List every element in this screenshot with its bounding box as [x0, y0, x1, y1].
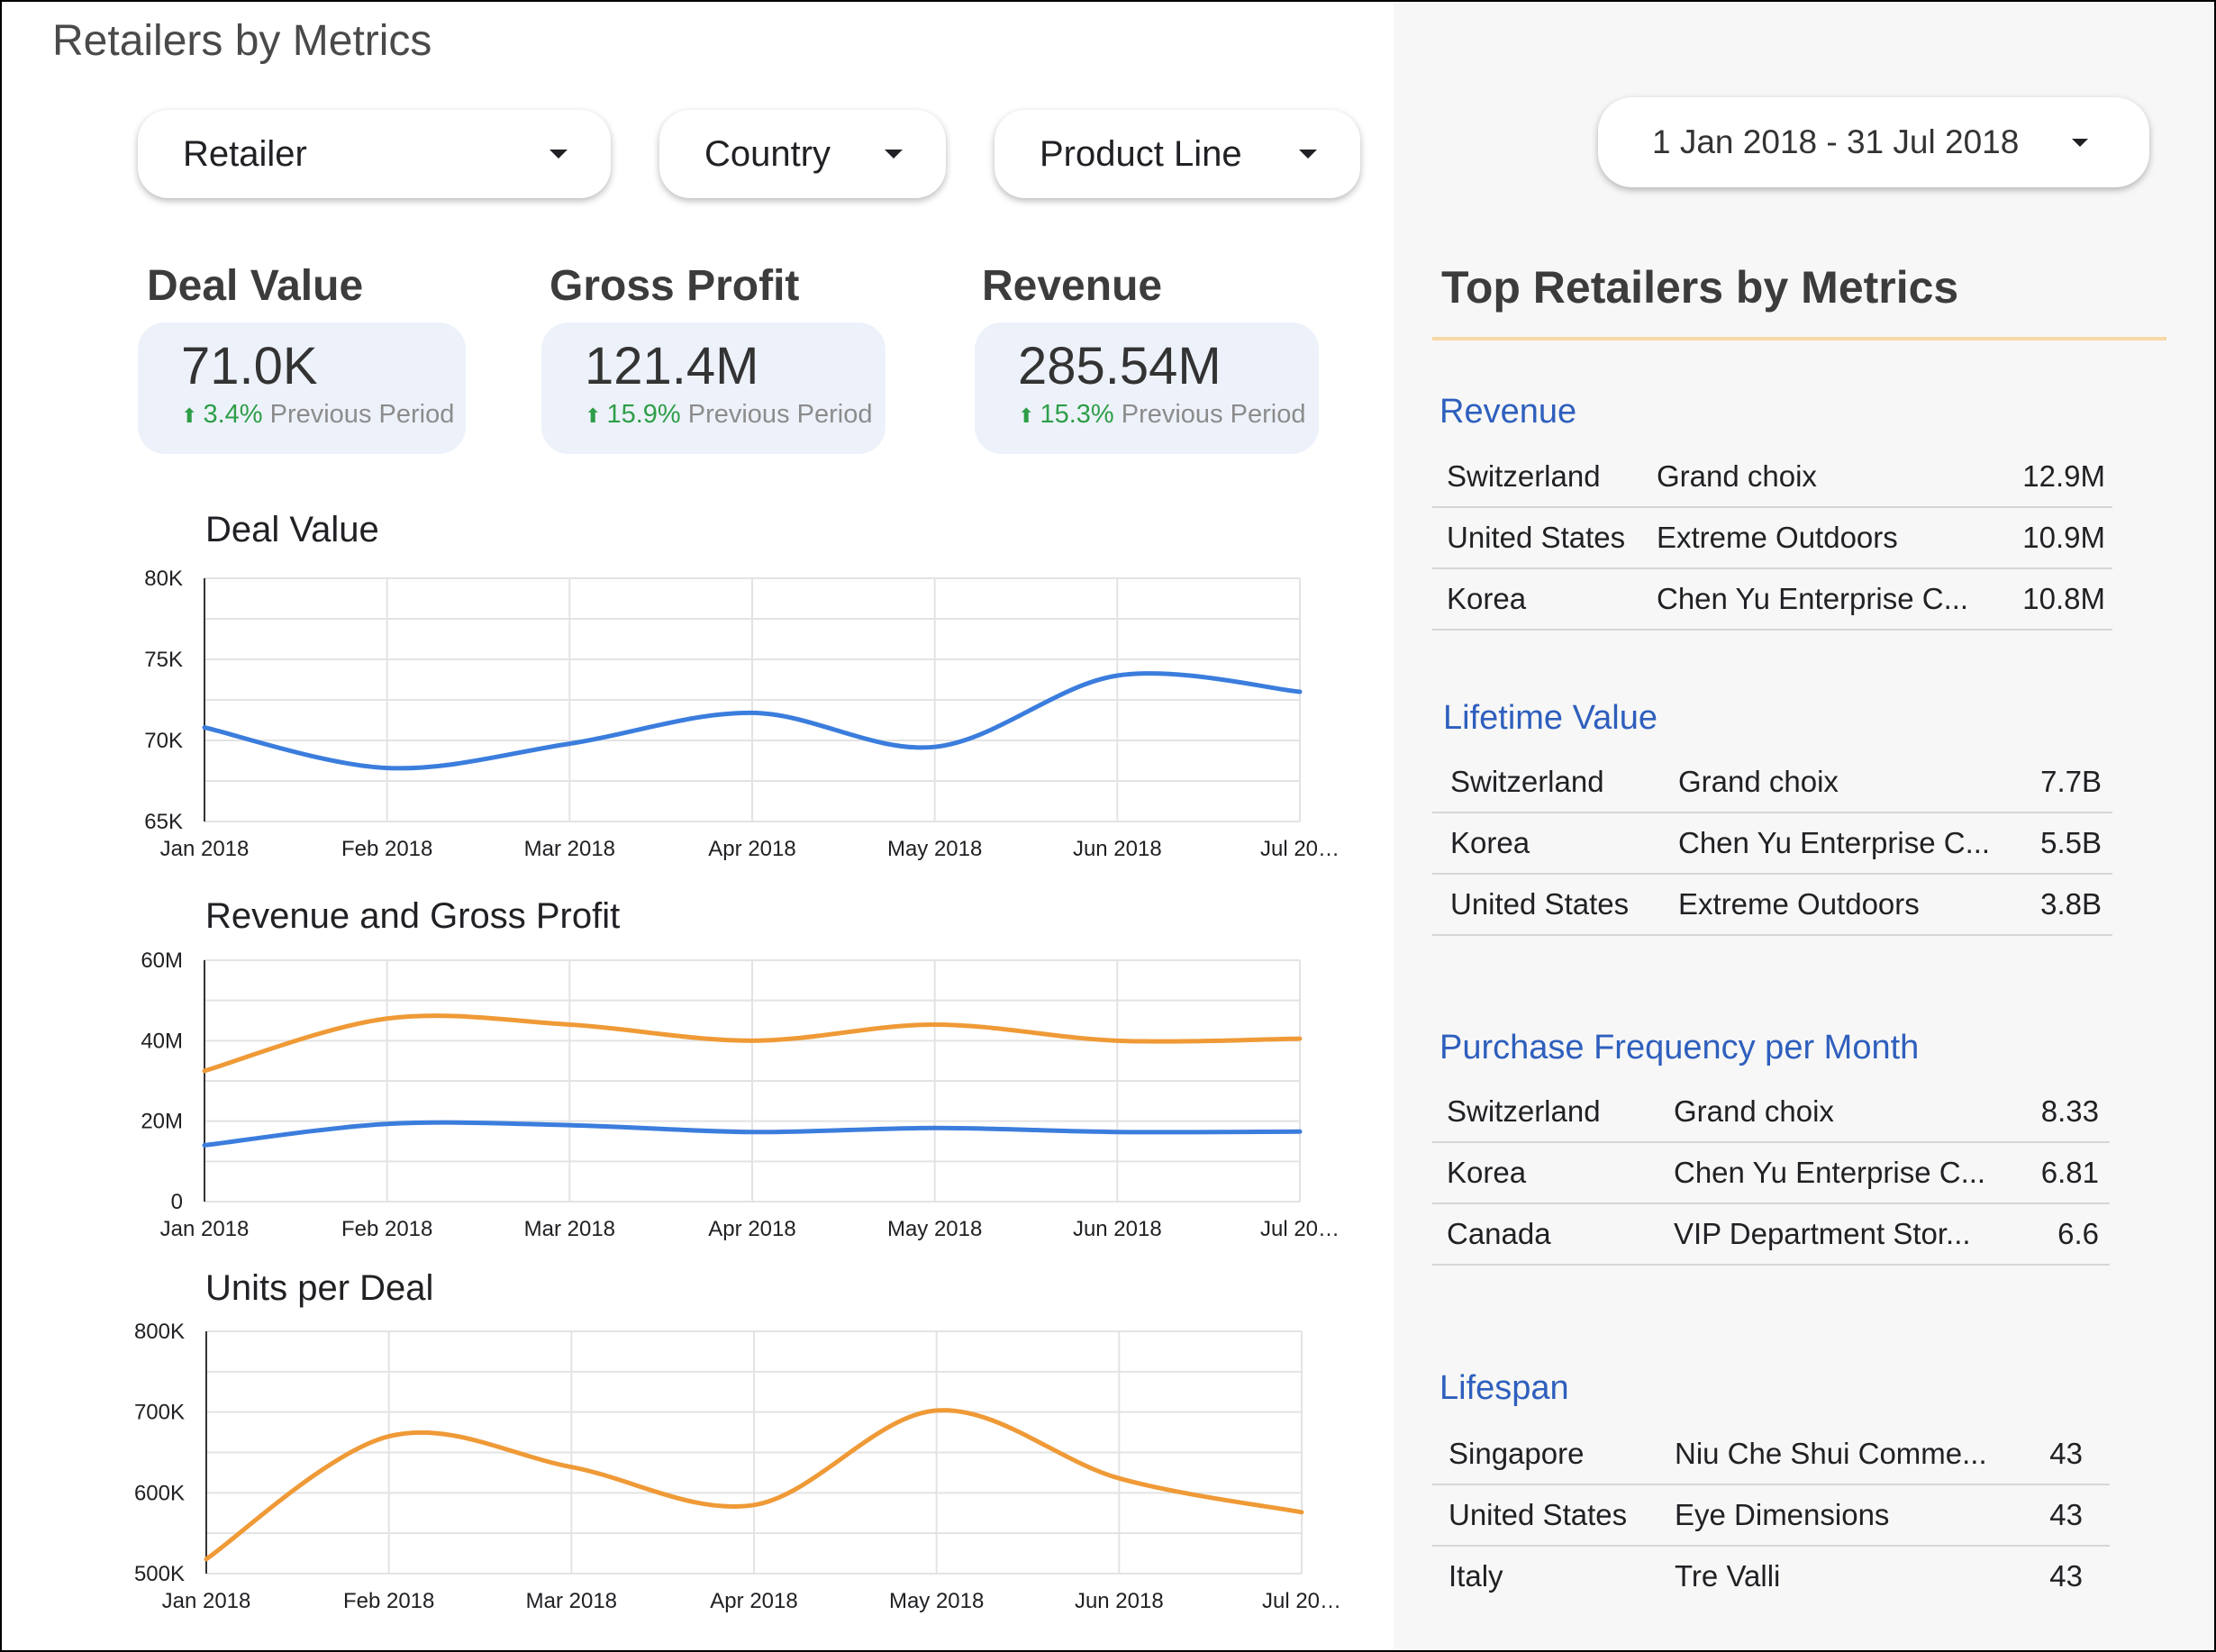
- value-cell: 12.9M: [2010, 447, 2112, 508]
- value-cell: 43: [2049, 1559, 2083, 1593]
- x-tick-label: Apr 2018: [710, 1589, 797, 1613]
- y-tick-label: 600K: [134, 1481, 185, 1505]
- gridlines: [206, 1330, 1303, 1575]
- section-title-purchase-frequency: Purchase Frequency per Month: [1439, 1029, 1920, 1067]
- country-cell: Switzerland: [1432, 447, 1657, 508]
- y-tick-label: 800K: [134, 1320, 185, 1344]
- country-cell: Italy: [1449, 1559, 1503, 1593]
- retailer-cell: Grand choix: [1678, 752, 2031, 813]
- country-cell: Korea: [1432, 568, 1657, 631]
- retailer-cell: Chen Yu Enterprise C...: [1674, 1142, 2031, 1204]
- table-row[interactable]: Korea Chen Yu Enterprise C... 5.5B: [1432, 812, 2112, 875]
- table-row[interactable]: Korea Chen Yu Enterprise C... 6.81: [1432, 1142, 2110, 1204]
- date-range-label: 1 Jan 2018 - 31 Jul 2018: [1652, 123, 2020, 160]
- retailer-cell: Grand choix: [1674, 1082, 2031, 1143]
- x-tick-label: Jun 2018: [1075, 1589, 1164, 1613]
- title-divider: [1432, 337, 2166, 340]
- retailer-cell: Niu Che Shui Comme...: [1675, 1424, 2040, 1485]
- country-cell: United States: [1432, 1484, 1675, 1547]
- table-row[interactable]: United States Extreme Outdoors 3.8B: [1432, 874, 2112, 936]
- value-cell: 6.81: [2030, 1142, 2110, 1204]
- revenue-table: Switzerland Grand choix 12.9M United State…: [1432, 447, 2112, 631]
- table-row[interactable]: Italy Tre Valli 43: [1432, 1546, 2110, 1606]
- retailer-cell: VIP Department Stor...: [1674, 1203, 2031, 1266]
- section-title-lifetime-value: Lifetime Value: [1443, 699, 1657, 737]
- table-row[interactable]: Singapore Niu Che Shui Comme... 43: [1432, 1424, 2110, 1485]
- x-tick-label: Feb 2018: [343, 1589, 434, 1613]
- purchase-frequency-table: Switzerland Grand choix 8.33 Korea Chen Yu …: [1432, 1082, 2110, 1266]
- retailer-cell: Eye Dimensions: [1675, 1484, 2040, 1547]
- retailer-cell: Chen Yu Enterprise C...: [1657, 568, 2011, 631]
- table-row[interactable]: Switzerland Grand choix 12.9M: [1432, 447, 2112, 508]
- value-cell: 6.6: [2030, 1203, 2110, 1266]
- retailer-cell: Chen Yu Enterprise C...: [1678, 812, 2031, 875]
- x-tick-label: Jan 2018: [162, 1589, 251, 1613]
- y-tick-label: 500K: [134, 1562, 185, 1586]
- country-cell: Switzerland: [1432, 752, 1678, 813]
- top-retailers-title: Top Retailers by Metrics: [1441, 262, 1959, 313]
- value-cell: 8.33: [2030, 1082, 2110, 1143]
- table-row[interactable]: Canada VIP Department Stor... 6.6: [1432, 1203, 2110, 1266]
- country-cell: Korea: [1432, 812, 1678, 875]
- value-cell: 43: [2039, 1484, 2110, 1547]
- value-cell: 3.8B: [2030, 874, 2112, 936]
- table-row[interactable]: Switzerland Grand choix 8.33: [1432, 1082, 2110, 1143]
- date-range-picker[interactable]: 1 Jan 2018 - 31 Jul 2018: [1598, 97, 2149, 187]
- chevron-down-icon: [2072, 138, 2088, 147]
- country-cell: Canada: [1432, 1203, 1674, 1266]
- table-row[interactable]: Switzerland Grand choix 7.7B: [1432, 752, 2112, 813]
- x-tick-label: Mar 2018: [526, 1589, 617, 1613]
- y-tick-label: 700K: [134, 1401, 185, 1425]
- section-title-lifespan: Lifespan: [1439, 1369, 1569, 1407]
- retailer-cell: Extreme Outdoors: [1657, 507, 2011, 569]
- country-cell: Switzerland: [1432, 1082, 1674, 1143]
- retailer-cell: Grand choix: [1657, 447, 2011, 508]
- retailer-cell: Extreme Outdoors: [1678, 874, 2031, 936]
- country-cell: Singapore: [1432, 1424, 1675, 1485]
- value-cell: 5.5B: [2030, 812, 2112, 875]
- units-per-deal-chart: 500K 600K 700K 800K Jan 2018 Feb 2018 Mar 2018…: [134, 1320, 1341, 1613]
- value-cell: 10.9M: [2010, 507, 2112, 569]
- table-row[interactable]: Korea Chen Yu Enterprise C... 10.8M: [1432, 568, 2112, 631]
- country-cell: Korea: [1432, 1142, 1674, 1204]
- lifespan-table: Singapore Niu Che Shui Comme... 43 United …: [1432, 1424, 2110, 1606]
- table-row[interactable]: United States Eye Dimensions 43: [1432, 1484, 2110, 1547]
- lifetime-value-table: Switzerland Grand choix 7.7B Korea Chen Yu …: [1432, 752, 2112, 936]
- x-tick-label: Jul 20…: [1262, 1589, 1341, 1613]
- country-cell: United States: [1432, 507, 1657, 569]
- value-cell: 43: [2039, 1424, 2110, 1485]
- table-row[interactable]: United States Extreme Outdoors 10.9M: [1432, 507, 2112, 569]
- value-cell: 10.8M: [2010, 568, 2112, 631]
- x-tick-label: May 2018: [889, 1589, 984, 1613]
- retailer-cell: Tre Valli: [1675, 1559, 1781, 1593]
- country-cell: United States: [1432, 874, 1678, 936]
- value-cell: 7.7B: [2030, 752, 2112, 813]
- section-title-revenue: Revenue: [1439, 393, 1577, 431]
